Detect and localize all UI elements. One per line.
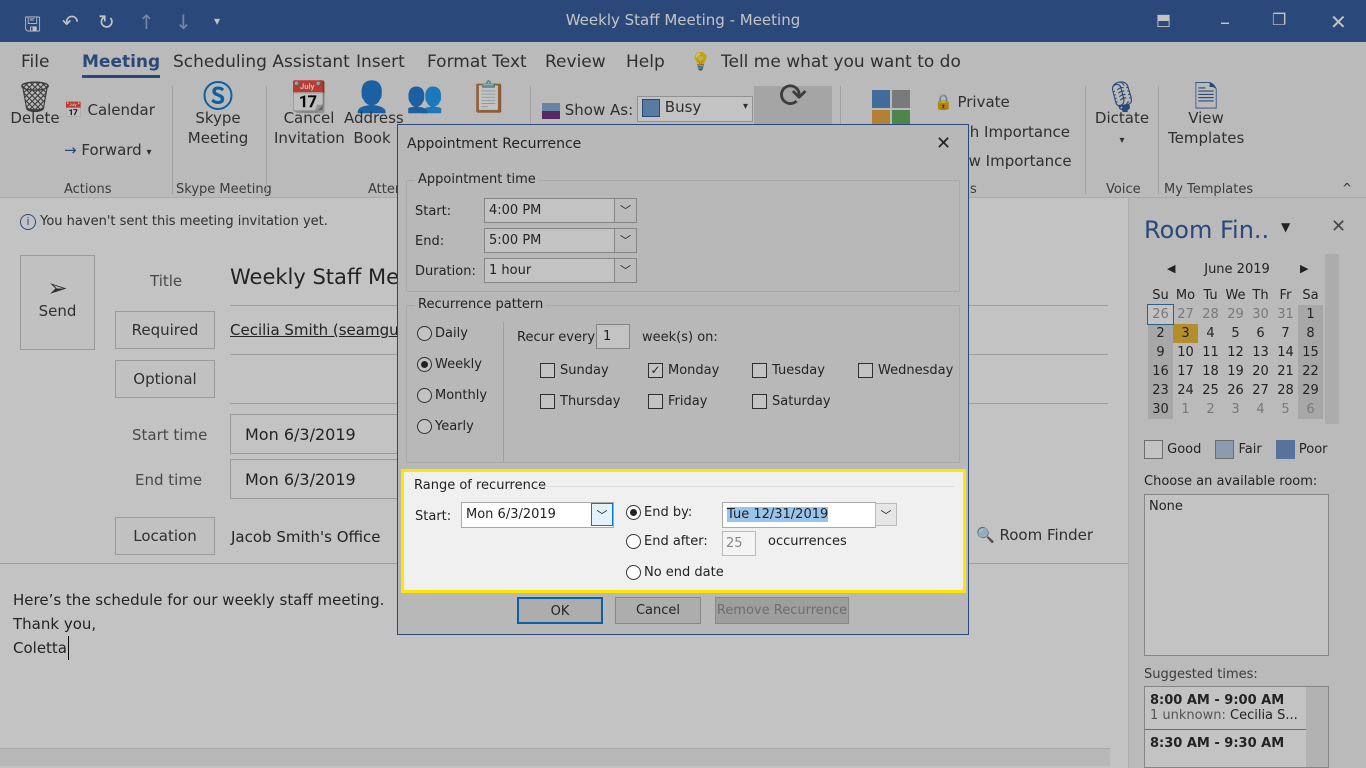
range-of-recurrence-group: Range of recurrence Start: Mon 6/3/2019 ﹀… xyxy=(401,469,966,593)
end-by-date-input[interactable]: Tue 12/31/2019 ﹀ xyxy=(722,502,897,528)
chevron-down-icon: ﹀ xyxy=(875,503,897,526)
chevron-down-icon: ﹀ xyxy=(591,503,613,526)
range-start-dropdown[interactable]: Mon 6/3/2019 ﹀ xyxy=(461,502,614,528)
no-end-date-radio[interactable]: No end date xyxy=(626,565,724,580)
modal-dim-overlay xyxy=(0,0,1366,768)
end-by-radio[interactable]: End by: xyxy=(626,505,692,520)
end-after-radio[interactable]: End after: xyxy=(626,534,708,549)
occurrences-input[interactable]: 25 xyxy=(722,531,756,556)
